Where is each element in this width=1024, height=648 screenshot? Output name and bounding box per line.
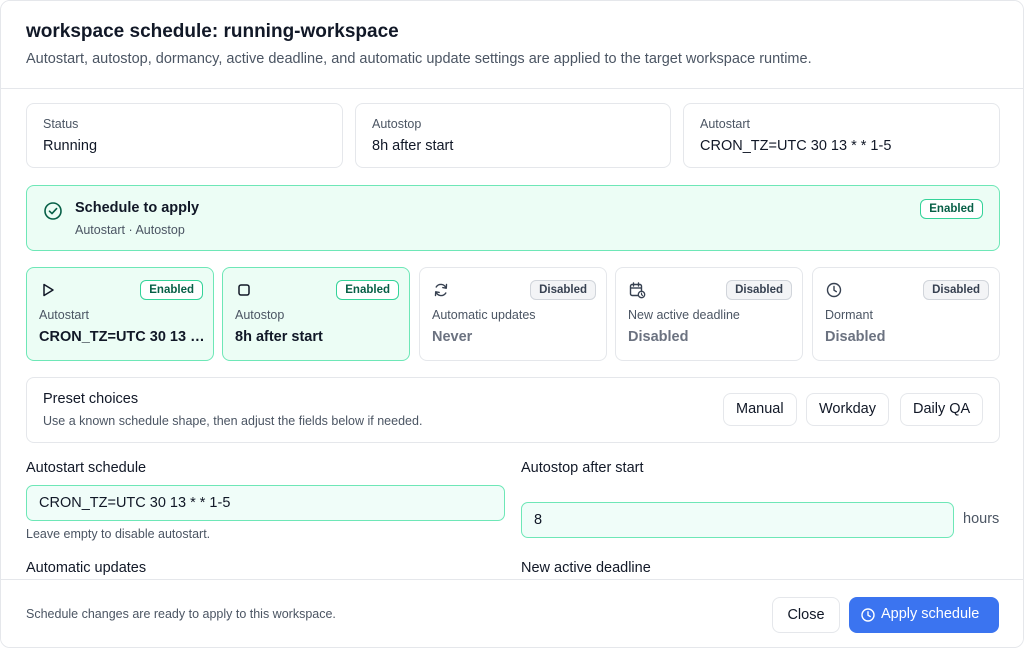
preset-manual-button[interactable]: Manual: [723, 393, 797, 426]
close-button[interactable]: Close: [772, 597, 840, 633]
feature-label: Dormant: [825, 308, 873, 322]
clock-icon: [861, 608, 875, 622]
preset-title: Preset choices: [43, 391, 139, 407]
dialog-body[interactable]: Status Running Autostop 8h after start A…: [1, 89, 1023, 579]
status-badge: Disabled: [923, 280, 989, 300]
banner-title: Schedule to apply: [75, 200, 200, 216]
autostop-after-start-label: Autostop after start: [521, 460, 644, 476]
stat-value: CRON_TZ=UTC 30 13 * * 1-5: [700, 138, 892, 154]
stat-card-autostart: Autostart CRON_TZ=UTC 30 13 * * 1-5: [683, 103, 1000, 168]
stat-label: Status: [43, 117, 79, 131]
banner-subtitle: Autostart · Autostop: [75, 223, 185, 237]
feature-label: New active deadline: [628, 308, 740, 322]
schedule-summary-banner: Schedule to apply Autostart · Autostop E…: [26, 185, 1000, 251]
feature-card-autostart[interactable]: Enabled Autostart CRON_TZ=UTC 30 13 * * …: [26, 267, 214, 361]
preset-subtitle: Use a known schedule shape, then adjust …: [43, 414, 423, 428]
feature-label: Automatic updates: [432, 308, 536, 322]
stat-label: Autostop: [372, 117, 422, 131]
calendar-clock-icon: [629, 282, 646, 299]
stat-value: Running: [43, 138, 98, 154]
autostart-hint: Leave empty to disable autostart.: [26, 527, 211, 541]
preset-daily-qa-button[interactable]: Daily QA: [900, 393, 984, 426]
feature-card-active-deadline[interactable]: Disabled New active deadline Disabled: [615, 267, 803, 361]
feature-value: 8h after start: [235, 329, 323, 345]
schedule-dialog: workspace schedule: running-workspace Au…: [0, 0, 1024, 648]
autostart-schedule-input[interactable]: [26, 485, 505, 521]
refresh-icon: [434, 283, 448, 297]
automatic-updates-label: Automatic updates: [26, 560, 147, 576]
feature-value: Disabled: [628, 329, 689, 345]
stat-label: Autostart: [700, 117, 751, 131]
feature-label: Autostop: [235, 308, 285, 322]
status-badge: Enabled: [336, 280, 399, 300]
feature-card-automatic-updates[interactable]: Disabled Automatic updates Never: [419, 267, 607, 361]
status-badge: Enabled: [140, 280, 203, 300]
apply-schedule-button[interactable]: Apply schedule: [849, 597, 999, 633]
stat-card-autostop: Autostop 8h after start: [355, 103, 671, 168]
footer-status-text: Schedule changes are ready to apply to t…: [26, 607, 336, 621]
autostart-schedule-label: Autostart schedule: [26, 460, 147, 476]
dialog-header: workspace schedule: running-workspace Au…: [1, 1, 1023, 89]
feature-label: Autostart: [39, 308, 90, 322]
status-badge: Disabled: [726, 280, 792, 300]
feature-card-dormant[interactable]: Disabled Dormant Disabled: [812, 267, 1000, 361]
feature-value: CRON_TZ=UTC 30 13 * * 1-5: [39, 329, 205, 345]
feature-card-autostop[interactable]: Enabled Autostop 8h after start: [222, 267, 410, 361]
new-active-deadline-label: New active deadline: [521, 560, 651, 576]
autostop-hours-input[interactable]: [521, 502, 954, 538]
dialog-subtitle: Autostart, autostop, dormancy, active de…: [26, 51, 812, 67]
preset-workday-button[interactable]: Workday: [806, 393, 889, 426]
dialog-title: workspace schedule: running-workspace: [26, 21, 399, 42]
check-circle-icon: [44, 202, 62, 220]
feature-value: Never: [432, 329, 473, 345]
feature-value: Disabled: [825, 329, 886, 345]
dialog-footer: Schedule changes are ready to apply to t…: [1, 579, 1023, 647]
hours-unit-label: hours: [963, 511, 1000, 527]
apply-schedule-label: Apply schedule: [881, 606, 980, 622]
preset-choices: Preset choices Use a known schedule shap…: [26, 377, 1000, 443]
stop-icon: [238, 284, 250, 296]
stat-value: 8h after start: [372, 138, 454, 154]
stat-card-status: Status Running: [26, 103, 343, 168]
clock-icon: [826, 282, 842, 298]
status-badge: Disabled: [530, 280, 596, 300]
status-badge: Enabled: [920, 199, 983, 219]
play-icon: [43, 283, 54, 297]
